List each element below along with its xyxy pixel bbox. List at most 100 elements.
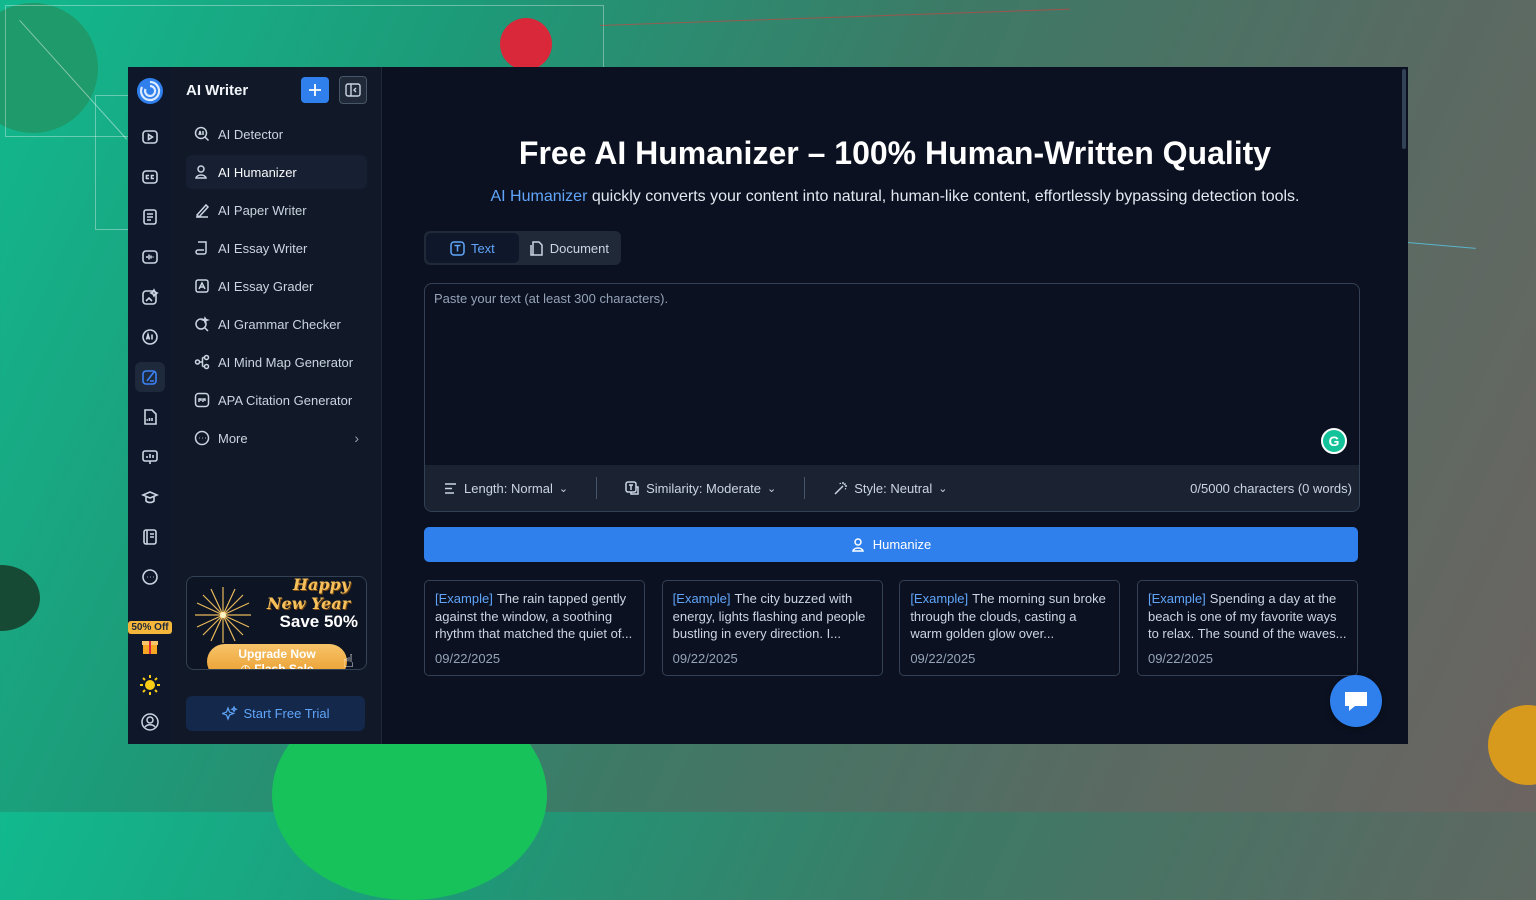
- image-edit-icon[interactable]: [135, 282, 165, 312]
- sidebar-item-label: AI Essay Writer: [218, 240, 308, 256]
- tab-text[interactable]: Text: [426, 233, 519, 263]
- ai-humanizer-link[interactable]: AI Humanizer: [490, 188, 587, 205]
- graduation-icon[interactable]: [135, 482, 165, 512]
- upgrade-button-label: Upgrade Now: [238, 647, 316, 661]
- humanize-button[interactable]: Humanize: [424, 527, 1358, 562]
- chat-bubble-icon: [1345, 692, 1367, 711]
- sidebar-item-more[interactable]: More ›: [186, 421, 367, 455]
- page-title: Free AI Humanizer – 100% Human-Written Q…: [518, 135, 1272, 171]
- sidebar-item-label: AI Mind Map Generator: [218, 354, 354, 370]
- sidebar-item-ai-essay-writer[interactable]: AI Essay Writer: [186, 231, 367, 265]
- text-icon: [450, 240, 465, 256]
- chevron-down-icon: ⌄: [766, 482, 777, 495]
- example-date: 09/22/2025: [672, 651, 738, 666]
- scroll-icon: [195, 241, 207, 255]
- chat-support-button[interactable]: [1330, 675, 1382, 727]
- upgrade-now-button[interactable]: Upgrade Now ◷ Flash Sale: [207, 644, 347, 670]
- example-text: [Example] The city buzzed with energy, li…: [672, 591, 866, 641]
- writer-icon[interactable]: [135, 362, 165, 392]
- example-card[interactable]: [Example] The rain tapped gently against …: [424, 580, 645, 676]
- brand-logo-icon[interactable]: [136, 77, 164, 105]
- example-card[interactable]: [Example] Spending a day at the beach is …: [1136, 580, 1358, 676]
- gift-icon[interactable]: [140, 636, 160, 656]
- similarity-dropdown[interactable]: Similarity: Moderate ⌄: [607, 477, 794, 499]
- sidebar-item-label: AI Essay Grader: [218, 278, 314, 294]
- tab-document[interactable]: Document: [519, 233, 619, 263]
- text-input[interactable]: [425, 284, 1359, 464]
- presentation-icon[interactable]: [135, 442, 165, 472]
- start-free-trial-label: Start Free Trial: [243, 706, 330, 721]
- fireworks-icon: [195, 587, 251, 643]
- sidebar-item-ai-humanizer[interactable]: AI Humanizer: [186, 155, 367, 189]
- example-card[interactable]: [Example] The morning sun broke through t…: [899, 580, 1121, 676]
- sparkle-icon: [221, 705, 238, 721]
- magnifier-check-icon: [195, 316, 210, 332]
- pen-icon: [195, 203, 210, 218]
- captions-icon[interactable]: [135, 162, 165, 192]
- bg-dark-circle: [0, 565, 40, 631]
- bg-orange-circle: [1488, 705, 1536, 785]
- humanize-label: Humanize: [872, 537, 932, 552]
- clock-icon: ◷: [240, 662, 255, 670]
- user-avatar-icon[interactable]: [140, 712, 160, 732]
- similarity-label: Similarity: Moderate: [646, 480, 761, 496]
- ai-chip-icon[interactable]: [135, 322, 165, 352]
- style-dropdown[interactable]: Style: Neutral ⌄: [815, 477, 965, 499]
- similarity-icon: [625, 480, 639, 495]
- sun-icon[interactable]: [139, 674, 161, 696]
- subtitle-text: quickly converts your content into natur…: [587, 188, 1300, 205]
- document-icon[interactable]: [135, 202, 165, 232]
- example-card[interactable]: [Example] The city buzzed with energy, li…: [661, 580, 883, 676]
- pdf-icon[interactable]: [135, 402, 165, 432]
- flash-sale-label: ◷ Flash Sale: [207, 662, 347, 670]
- more-icon: [194, 430, 210, 446]
- bg-frame: [95, 95, 130, 230]
- new-document-button[interactable]: [301, 77, 329, 103]
- promo-headline: Happy New Year: [266, 576, 350, 613]
- video-icon[interactable]: [135, 122, 165, 152]
- grammarly-icon[interactable]: G: [1321, 428, 1347, 454]
- sidebar-item-label: APA Citation Generator: [218, 392, 353, 408]
- promo-offer: Save 50%: [279, 612, 358, 631]
- example-text: [Example] The rain tapped gently against …: [435, 591, 633, 641]
- discount-badge[interactable]: 50% Off: [128, 621, 172, 634]
- sidebar-item-apa-citation-generator[interactable]: APA Citation Generator: [186, 383, 367, 417]
- sidebar-header: AI Writer: [172, 67, 381, 113]
- example-text: [Example] The morning sun broke through t…: [910, 591, 1106, 641]
- more-circle-icon[interactable]: [135, 562, 165, 592]
- length-label: Length: Normal: [464, 480, 553, 496]
- example-cards: [Example] The rain tapped gently against …: [424, 580, 1358, 676]
- start-free-trial-button[interactable]: Start Free Trial: [186, 696, 365, 731]
- example-tag: [Example]: [435, 591, 493, 606]
- notebook-icon[interactable]: [135, 522, 165, 552]
- input-mode-tabs: Text Document: [424, 231, 621, 265]
- sidebar-item-ai-essay-grader[interactable]: AI Essay Grader: [186, 269, 367, 303]
- style-label: Style: Neutral: [854, 480, 933, 496]
- page-subtitle: AI Humanizer quickly converts your conte…: [382, 188, 1408, 206]
- pointer-hand-icon: ☝: [343, 651, 354, 670]
- magic-wand-icon: [834, 481, 848, 495]
- new-year-promo-banner[interactable]: Happy New Year Save 50% Upgrade Now ◷ Fl…: [186, 576, 367, 670]
- mindmap-icon: [194, 354, 210, 370]
- sidebar-item-ai-paper-writer[interactable]: AI Paper Writer: [186, 193, 367, 227]
- audio-wave-icon[interactable]: [135, 242, 165, 272]
- sidebar-item-label: More: [218, 430, 248, 446]
- rail-bottom: 50% Off: [128, 621, 172, 744]
- example-date: 09/22/2025: [435, 651, 501, 666]
- example-tag: [Example]: [672, 591, 731, 606]
- sidebar-item-label: AI Grammar Checker: [218, 316, 341, 332]
- example-date: 09/22/2025: [1147, 651, 1214, 666]
- sidebar-item-ai-detector[interactable]: AI Detector: [186, 117, 367, 151]
- example-tag: [Example]: [910, 591, 969, 606]
- plus-icon: [309, 84, 321, 96]
- length-dropdown[interactable]: Length: Normal ⌄: [425, 477, 586, 499]
- bg-line: [600, 8, 1070, 26]
- example-text: [Example] Spending a day at the beach is …: [1147, 591, 1347, 641]
- divider: [804, 477, 806, 499]
- person-icon: [195, 165, 207, 179]
- sidebar-item-ai-mind-map-generator[interactable]: AI Mind Map Generator: [186, 345, 367, 379]
- editor-options-bar: Length: Normal ⌄ Similarity: Moderate ⌄ …: [425, 465, 1359, 511]
- text-editor: G Length: Normal ⌄ Similarity: Moderate …: [424, 283, 1360, 512]
- collapse-sidebar-button[interactable]: [339, 76, 367, 104]
- sidebar-item-ai-grammar-checker[interactable]: AI Grammar Checker: [186, 307, 367, 341]
